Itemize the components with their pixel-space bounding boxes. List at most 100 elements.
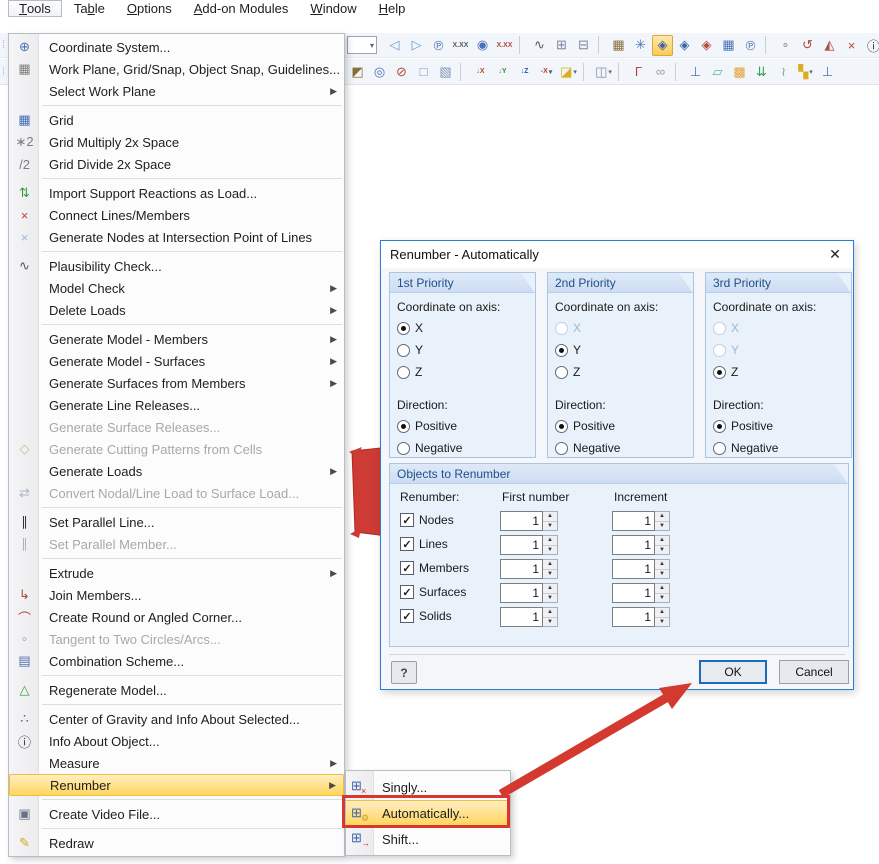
connect-toolbar-icon[interactable]: × — [841, 35, 862, 56]
snap-points-icon[interactable]: ✳ — [630, 35, 651, 56]
spinner-down-icon[interactable]: ▼ — [655, 594, 669, 603]
radio-axis-1st-priority-y[interactable]: Y — [397, 339, 535, 361]
new-support-icon[interactable]: ⊥ — [685, 61, 706, 82]
menu-item-coordinate-system[interactable]: ⊕ Coordinate System... — [9, 36, 344, 58]
spinner-up-icon[interactable]: ▲ — [655, 512, 669, 522]
increment-input-solids[interactable]: 1 ▲ ▼ — [612, 607, 670, 627]
checkbox-lines[interactable]: ✓ — [400, 537, 414, 551]
increment-input-surfaces-value[interactable]: 1 — [612, 583, 655, 603]
radio-direction-3rd-priority-positive[interactable]: Positive — [713, 415, 851, 437]
submenu-item-singly[interactable]: ⊞ × Singly... — [346, 774, 510, 800]
increment-input-lines[interactable]: 1 ▲ ▼ — [612, 535, 670, 555]
render-mode-icon[interactable]: ◩ — [347, 61, 368, 82]
increment-input-nodes[interactable]: 1 ▲ ▼ — [612, 511, 670, 531]
menu-options[interactable]: Options — [117, 0, 182, 17]
menu-window[interactable]: Window — [300, 0, 366, 17]
workplane-tool-icon[interactable]: ◪ ▾ — [558, 61, 579, 82]
grid-toolbar-icon[interactable]: ▦ — [718, 35, 739, 56]
checkbox-surfaces[interactable]: ✓ — [400, 585, 414, 599]
view-in-minus-x-icon[interactable]: -X ▾ — [536, 61, 557, 82]
close-icon[interactable]: ✕ — [817, 241, 853, 268]
menu-item-grid[interactable]: ▦ Grid — [9, 109, 344, 131]
spinner-up-icon[interactable]: ▲ — [543, 608, 557, 618]
new-member-icon[interactable]: Γ — [628, 61, 649, 82]
spinner-down-icon[interactable]: ▼ — [655, 570, 669, 579]
first-number-input-lines-value[interactable]: 1 — [500, 535, 543, 555]
toolbar-combo[interactable]: ▾ — [347, 36, 377, 54]
new-release-icon[interactable]: ≀ — [773, 61, 794, 82]
menu-item-set-parallel-line[interactable]: ∥ Set Parallel Line... — [9, 511, 344, 533]
radio-axis-1st-priority-x[interactable]: X — [397, 317, 535, 339]
new-load-icon[interactable]: ⇊ — [751, 61, 772, 82]
menu-item-generate-model-surfaces[interactable]: Generate Model - Surfaces ▶ — [9, 350, 344, 372]
spinner-up-icon[interactable]: ▲ — [543, 536, 557, 546]
submenu-item-automatically[interactable]: ⊞ ⚙ Automatically... — [346, 800, 510, 826]
view-in-y-icon[interactable]: ↓Y — [492, 61, 513, 82]
dimension-lines-icon[interactable]: X.XX — [450, 35, 471, 56]
menu-item-info-about-object[interactable]: ⓘ Info About Object... — [9, 730, 344, 752]
isometric-view-icon[interactable]: □ — [413, 61, 434, 82]
spinner-down-icon[interactable]: ▼ — [543, 594, 557, 603]
dimension-values-icon[interactable]: X.XX — [494, 35, 515, 56]
info-toolbar-icon[interactable]: ⓘ — [863, 35, 879, 56]
menu-item-work-plane-grid-snap-object-snap-guidelines[interactable]: ▦ Work Plane, Grid/Snap, Object Snap, Gui… — [9, 58, 344, 80]
first-number-input-nodes[interactable]: 1 ▲ ▼ — [500, 511, 558, 531]
menu-item-generate-nodes-at-intersection-point-of-lines[interactable]: × Generate Nodes at Intersection Point of… — [9, 226, 344, 248]
spinner-up-icon[interactable]: ▲ — [543, 512, 557, 522]
menu-tools[interactable]: Tools — [8, 0, 62, 17]
select-workplane-icon[interactable]: ℗ — [740, 35, 761, 56]
first-number-input-solids-value[interactable]: 1 — [500, 607, 543, 627]
first-number-input-surfaces[interactable]: 1 ▲ ▼ — [500, 583, 558, 603]
radio-direction-1st-priority-positive[interactable]: Positive — [397, 415, 535, 437]
connect-members-icon[interactable]: ∞ — [650, 61, 671, 82]
table-panel2-icon[interactable]: ⊟ — [573, 35, 594, 56]
zoom-cancel-icon[interactable]: ⊘ — [391, 61, 412, 82]
view-previous-icon[interactable]: ◁ — [384, 35, 405, 56]
ok-button[interactable]: OK — [699, 660, 767, 684]
support2-icon[interactable]: ⊥ — [817, 61, 838, 82]
view-next-icon[interactable]: ▷ — [406, 35, 427, 56]
first-number-input-lines[interactable]: 1 ▲ ▼ — [500, 535, 558, 555]
menu-item-join-members[interactable]: ↳ Join Members... — [9, 584, 344, 606]
table-panel-icon[interactable]: ⊞ — [551, 35, 572, 56]
spinner-up-icon[interactable]: ▲ — [655, 584, 669, 594]
first-number-input-members[interactable]: 1 ▲ ▼ — [500, 559, 558, 579]
menu-item-generate-model-members[interactable]: Generate Model - Members ▶ — [9, 328, 344, 350]
menu-item-combination-scheme[interactable]: ▤ Combination Scheme... — [9, 650, 344, 672]
plausibility-toolbar-icon[interactable]: ∿ — [529, 35, 550, 56]
spinner-up-icon[interactable]: ▲ — [655, 608, 669, 618]
spinner-down-icon[interactable]: ▼ — [543, 618, 557, 627]
increment-input-nodes-value[interactable]: 1 — [612, 511, 655, 531]
menu-item-model-check[interactable]: Model Check ▶ — [9, 277, 344, 299]
radio-direction-1st-priority-negative[interactable]: Negative — [397, 437, 535, 459]
spinner-down-icon[interactable]: ▼ — [655, 522, 669, 531]
workplane-yz-icon[interactable]: ◈ — [674, 35, 695, 56]
increment-input-lines-value[interactable]: 1 — [612, 535, 655, 555]
menu-item-delete-loads[interactable]: Delete Loads ▶ — [9, 299, 344, 321]
new-surface-icon[interactable]: ▱ — [707, 61, 728, 82]
increment-input-members-value[interactable]: 1 — [612, 559, 655, 579]
menu-table[interactable]: Ta b le — [64, 0, 115, 17]
display-properties-icon[interactable]: ◫ ▾ — [593, 61, 614, 82]
menu-item-regenerate-model[interactable]: △ Regenerate Model... — [9, 679, 344, 701]
spinner-down-icon[interactable]: ▼ — [543, 522, 557, 531]
first-number-input-surfaces-value[interactable]: 1 — [500, 583, 543, 603]
view-in-x-icon[interactable]: ↓X — [470, 61, 491, 82]
snap-grid-icon[interactable]: ▦ — [608, 35, 629, 56]
menu-item-generate-line-releases[interactable]: Generate Line Releases... — [9, 394, 344, 416]
menu-help[interactable]: Help — [369, 0, 416, 17]
radio-axis-1st-priority-z[interactable]: Z — [397, 361, 535, 383]
first-number-input-solids[interactable]: 1 ▲ ▼ — [500, 607, 558, 627]
submenu-item-shift[interactable]: ⊞ → Shift... — [346, 826, 510, 852]
tangent-toolbar-icon[interactable]: ∘ — [775, 35, 796, 56]
radio-direction-2nd-priority-positive[interactable]: Positive — [555, 415, 693, 437]
workplane-xz-icon[interactable]: ◈ — [696, 35, 717, 56]
radio-direction-2nd-priority-negative[interactable]: Negative — [555, 437, 693, 459]
menu-item-grid-divide-2x-space[interactable]: /2 Grid Divide 2x Space — [9, 153, 344, 175]
menu-add-on-modules[interactable]: Add-on Modules — [184, 0, 299, 17]
menu-item-measure[interactable]: Measure ▶ — [9, 752, 344, 774]
perspective-view-icon[interactable]: ▧ — [435, 61, 456, 82]
menu-item-grid-multiply-2x-space[interactable]: ∗2 Grid Multiply 2x Space — [9, 131, 344, 153]
help-button[interactable]: ? — [391, 661, 417, 684]
first-number-input-nodes-value[interactable]: 1 — [500, 511, 543, 531]
